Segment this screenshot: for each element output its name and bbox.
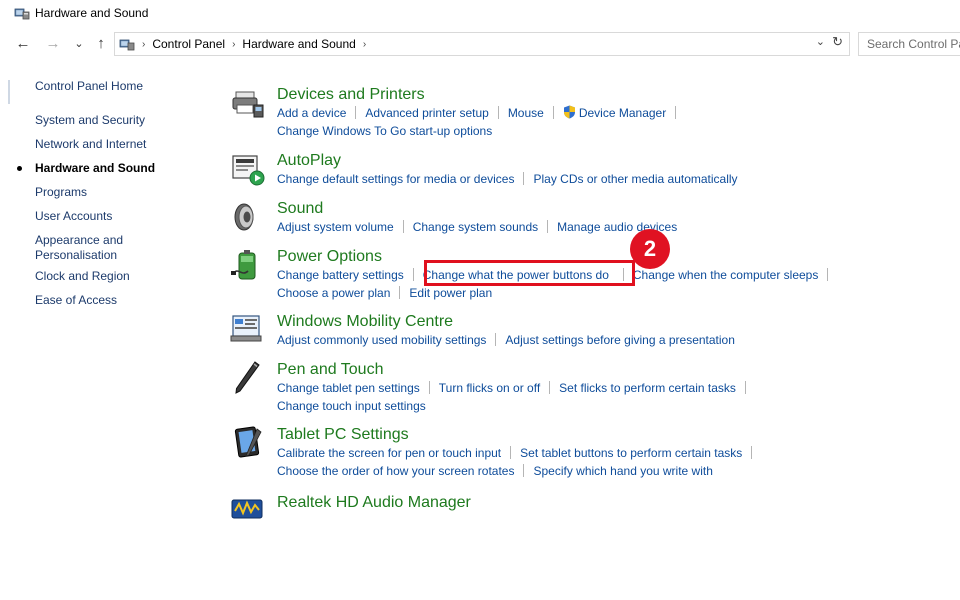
link-change-tablet-pen-settings[interactable]: Change tablet pen settings xyxy=(277,381,420,395)
link-separator xyxy=(751,446,753,459)
category-links-row: Change touch input settings xyxy=(277,398,426,414)
sidebar-item-user-accounts[interactable]: User Accounts xyxy=(35,209,165,224)
category-links-row: Adjust system volume Change system sounds… xyxy=(277,219,677,235)
link-separator xyxy=(355,106,357,119)
tablet-icon xyxy=(230,425,266,461)
category-links-row: Choose a power plan Edit power plan xyxy=(277,285,492,301)
link-choose-a-power-plan[interactable]: Choose a power plan xyxy=(277,286,390,300)
link-change-system-sounds[interactable]: Change system sounds xyxy=(413,220,538,234)
sidebar-item-system-and-security[interactable]: System and Security xyxy=(35,113,165,128)
link-separator xyxy=(402,220,404,233)
category-links-row: Adjust commonly used mobility settings Ad… xyxy=(277,332,735,348)
up-arrow-icon[interactable]: ↑ xyxy=(92,34,110,54)
sidebar-item-ease-of-access[interactable]: Ease of Access xyxy=(35,293,165,308)
annotation-step-badge: 2 xyxy=(630,229,670,269)
link-separator xyxy=(510,446,512,459)
battery-icon xyxy=(230,247,266,283)
sidebar-item-control-panel-home[interactable]: Control Panel Home xyxy=(35,79,165,94)
category-links-row: Add a device Advanced printer setup Mouse D… xyxy=(277,105,685,121)
link-separator xyxy=(412,268,414,281)
breadcrumb-separator[interactable]: › xyxy=(232,39,235,50)
address-dropdown-icon[interactable]: ⌄ xyxy=(816,35,825,48)
printer-icon xyxy=(230,85,266,121)
link-choose-screen-rotation-order[interactable]: Choose the order of how your screen rota… xyxy=(277,464,514,478)
address-bar[interactable]: › Control Panel › Hardware and Sound › ⌄… xyxy=(114,32,850,56)
pen-icon xyxy=(230,360,266,396)
category-title[interactable]: Power Options xyxy=(277,247,382,267)
category-title[interactable]: AutoPlay xyxy=(277,151,341,171)
breadcrumb-separator[interactable]: › xyxy=(363,39,366,50)
recent-locations-chevron-icon[interactable]: ⌄ xyxy=(70,34,88,54)
mobility-icon xyxy=(230,312,266,348)
search-input[interactable]: Search Control Panel xyxy=(858,32,960,56)
link-separator xyxy=(552,106,554,119)
link-separator xyxy=(428,381,430,394)
link-specify-writing-hand[interactable]: Specify which hand you write with xyxy=(533,464,712,478)
link-separator xyxy=(549,381,551,394)
sidebar-item-programs[interactable]: Programs xyxy=(35,185,165,200)
link-turn-flicks-on-or-off[interactable]: Turn flicks on or off xyxy=(439,381,540,395)
link-change-default-settings-for-media[interactable]: Change default settings for media or dev… xyxy=(277,172,514,186)
category-title[interactable]: Devices and Printers xyxy=(277,85,425,105)
link-add-a-device[interactable]: Add a device xyxy=(277,106,346,120)
sidebar-accent-bar xyxy=(8,80,10,104)
link-change-battery-settings[interactable]: Change battery settings xyxy=(277,268,404,282)
link-separator xyxy=(827,268,829,281)
link-adjust-system-volume[interactable]: Adjust system volume xyxy=(277,220,394,234)
category-title[interactable]: Sound xyxy=(277,199,323,219)
link-adjust-settings-before-presentation[interactable]: Adjust settings before giving a presenta… xyxy=(505,333,734,347)
link-play-cds-automatically[interactable]: Play CDs or other media automatically xyxy=(533,172,737,186)
category-title[interactable]: Windows Mobility Centre xyxy=(277,312,453,332)
category-links-row: Change Windows To Go start-up options xyxy=(277,123,492,139)
link-separator xyxy=(744,381,746,394)
category-title[interactable]: Realtek HD Audio Manager xyxy=(277,493,471,513)
link-separator xyxy=(523,464,525,477)
link-set-tablet-buttons[interactable]: Set tablet buttons to perform certain ta… xyxy=(520,446,742,460)
link-adjust-mobility-settings[interactable]: Adjust commonly used mobility settings xyxy=(277,333,486,347)
category-links-row: Change tablet pen settings Turn flicks on… xyxy=(277,380,755,396)
title-bar: Hardware and Sound xyxy=(0,0,960,26)
current-item-bullet xyxy=(17,166,22,171)
category-links-row: Choose the order of how your screen rota… xyxy=(277,463,713,479)
annotation-highlight-box xyxy=(424,260,635,286)
link-mouse[interactable]: Mouse xyxy=(508,106,544,120)
address-row: ← → ⌄ ↑ › Control Panel › Hardware and S… xyxy=(0,31,960,57)
admin-shield-icon xyxy=(563,105,576,119)
link-calibrate-the-screen[interactable]: Calibrate the screen for pen or touch in… xyxy=(277,446,501,460)
control-panel-icon xyxy=(14,6,30,20)
link-edit-power-plan[interactable]: Edit power plan xyxy=(409,286,492,300)
category-links-row: Change default settings for media or dev… xyxy=(277,171,738,187)
link-separator xyxy=(523,172,525,185)
address-control-panel-icon xyxy=(119,37,135,51)
link-set-flicks[interactable]: Set flicks to perform certain tasks xyxy=(559,381,736,395)
category-links-row: Calibrate the screen for pen or touch in… xyxy=(277,445,761,461)
sidebar-item-network-and-internet[interactable]: Network and Internet xyxy=(35,137,165,152)
link-separator xyxy=(399,286,401,299)
link-change-windows-to-go-startup-options[interactable]: Change Windows To Go start-up options xyxy=(277,124,492,138)
link-separator xyxy=(495,333,497,346)
link-advanced-printer-setup[interactable]: Advanced printer setup xyxy=(365,106,488,120)
link-separator xyxy=(547,220,549,233)
realtek-icon xyxy=(230,495,266,531)
autoplay-icon xyxy=(230,151,266,187)
link-change-touch-input-settings[interactable]: Change touch input settings xyxy=(277,399,426,413)
speaker-icon xyxy=(230,199,266,235)
sidebar-item-appearance-and-personalisation[interactable]: Appearance and Personalisation xyxy=(35,233,145,263)
refresh-icon[interactable]: ↻ xyxy=(832,34,843,50)
link-change-when-the-computer-sleeps[interactable]: Change when the computer sleeps xyxy=(633,268,818,282)
category-title[interactable]: Tablet PC Settings xyxy=(277,425,409,445)
back-arrow-icon[interactable]: ← xyxy=(14,34,32,54)
category-title[interactable]: Pen and Touch xyxy=(277,360,383,380)
sidebar-item-clock-and-region[interactable]: Clock and Region xyxy=(35,269,165,284)
link-device-manager[interactable]: Device Manager xyxy=(579,106,666,120)
breadcrumb-control-panel[interactable]: Control Panel xyxy=(152,37,225,51)
link-separator xyxy=(497,106,499,119)
forward-arrow-icon[interactable]: → xyxy=(44,34,62,54)
sidebar-item-hardware-and-sound: Hardware and Sound xyxy=(35,161,156,175)
link-separator xyxy=(675,106,677,119)
window-title: Hardware and Sound xyxy=(35,6,149,20)
breadcrumb-separator: › xyxy=(142,38,146,50)
breadcrumb-hardware-and-sound[interactable]: Hardware and Sound xyxy=(242,37,355,51)
